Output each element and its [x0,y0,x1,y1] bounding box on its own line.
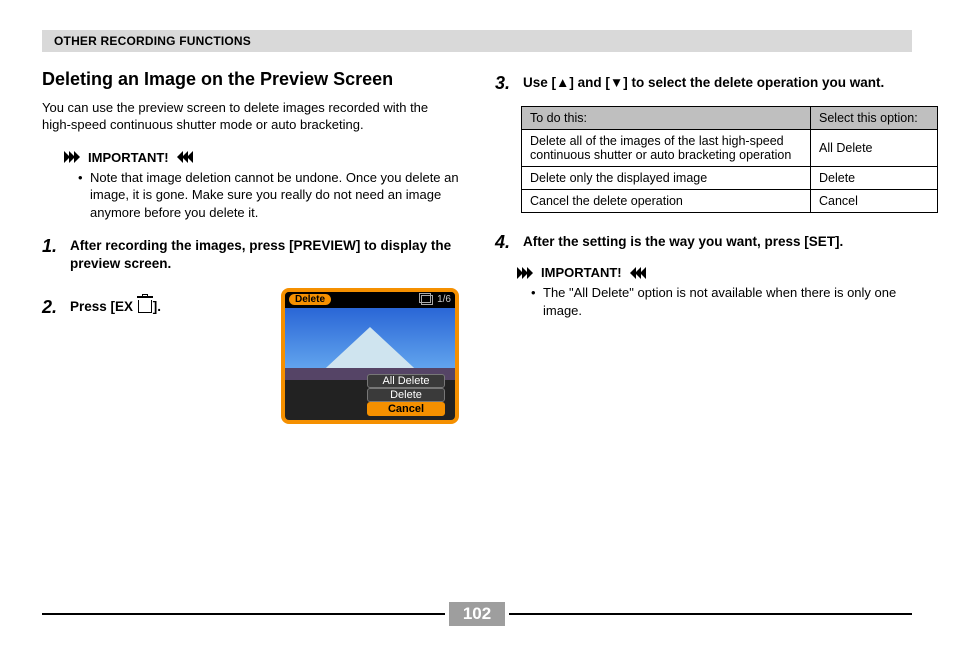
step-2-number: 2. [42,298,62,316]
camera-option-delete: Delete [367,388,445,402]
table-cell-action: Delete all of the images of the last hig… [522,130,811,167]
table-row: Delete all of the images of the last hig… [522,130,938,167]
important-label-right: IMPORTANT! [541,265,622,280]
trash-icon [138,300,152,313]
step-2: 2. Press [EX ]. [42,298,257,316]
chevron-right-icon [517,267,535,279]
camera-preview-image: Delete 1/6 All Delete Delete [281,288,459,424]
step-2-text: Press [EX ]. [70,298,161,316]
camera-counter-text: 1/6 [437,294,451,305]
step-4-text: After the setting is the way you want, p… [523,233,843,251]
important-label: IMPORTANT! [88,150,169,165]
step-1-text: After recording the images, press [PREVI… [70,237,459,273]
step-1-number: 1. [42,237,62,273]
step-3: 3. Use [▲] and [▼] to select the delete … [495,74,912,92]
camera-scene [285,308,455,380]
page-title: Deleting an Image on the Preview Screen [42,68,459,91]
table-header-row: To do this: Select this option: [522,107,938,130]
camera-delete-button: Delete [289,294,331,305]
table-head-option: Select this option: [811,107,938,130]
important-callout-header: IMPORTANT! [64,150,459,165]
step-4: 4. After the setting is the way you want… [495,233,912,251]
step-2-prefix: Press [EX [70,299,137,314]
section-header-text: OTHER RECORDING FUNCTIONS [54,34,251,48]
footer-rule-right [509,613,912,615]
page-number: 102 [449,602,505,626]
important-callout-header-right: IMPORTANT! [517,265,912,280]
important-text-right: The "All Delete" option is not available… [543,284,912,319]
table-head-action: To do this: [522,107,811,130]
camera-top-bar: Delete 1/6 [285,292,455,308]
step-3-number: 3. [495,74,515,92]
two-column-layout: Deleting an Image on the Preview Screen … [42,64,912,424]
camera-context-menu: All Delete Delete Cancel [367,374,445,416]
table-row: Delete only the displayed image Delete [522,167,938,190]
step-1: 1. After recording the images, press [PR… [42,237,459,273]
left-column: Deleting an Image on the Preview Screen … [42,64,459,424]
right-column: 3. Use [▲] and [▼] to select the delete … [495,64,912,424]
options-table: To do this: Select this option: Delete a… [521,106,938,213]
table-cell-option: Cancel [811,190,938,213]
step-3-text: Use [▲] and [▼] to select the delete ope… [523,74,884,92]
table-cell-option: All Delete [811,130,938,167]
section-header-bar: OTHER RECORDING FUNCTIONS [42,30,912,52]
camera-counter: 1/6 [421,294,451,305]
camera-option-all-delete: All Delete [367,374,445,388]
chevron-left-icon [628,267,646,279]
table-cell-option: Delete [811,167,938,190]
step-2-row: 2. Press [EX ]. Delete 1/6 [42,288,459,424]
footer-rule-left [42,613,445,615]
intro-paragraph: You can use the preview screen to delete… [42,99,459,134]
page-footer: 102 [42,602,912,626]
table-cell-action: Delete only the displayed image [522,167,811,190]
chevron-left-icon [175,151,193,163]
important-text: Note that image deletion cannot be undon… [90,169,459,222]
page: OTHER RECORDING FUNCTIONS Deleting an Im… [0,0,954,646]
table-cell-action: Cancel the delete operation [522,190,811,213]
table-row: Cancel the delete operation Cancel [522,190,938,213]
step-2-suffix: ]. [153,299,161,314]
chevron-right-icon [64,151,82,163]
camera-option-cancel: Cancel [367,402,445,416]
step-4-number: 4. [495,233,515,251]
stack-icon [421,295,433,305]
